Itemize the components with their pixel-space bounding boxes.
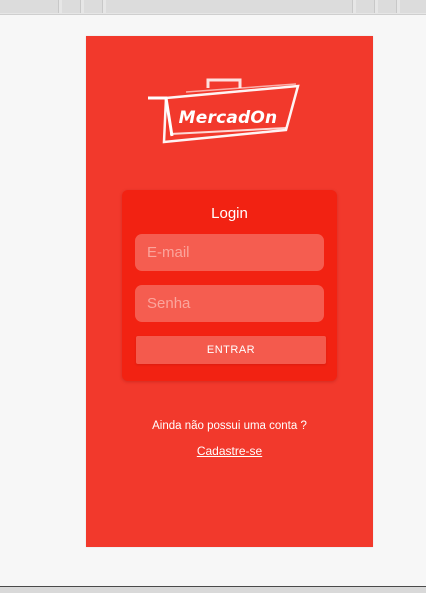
- login-button[interactable]: ENTRAR: [136, 336, 326, 364]
- password-field[interactable]: [135, 285, 324, 322]
- mercadon-logo: MercadOn: [146, 76, 306, 150]
- toolbar-segment: [378, 0, 397, 13]
- login-card: Login ENTRAR: [122, 190, 337, 381]
- toolbar-segment: [106, 0, 353, 13]
- toolbar-segment: [400, 0, 426, 13]
- app-screen: MercadOn Login ENTRAR Ainda não possui u…: [86, 36, 373, 547]
- signup-question: Ainda não possui uma conta ?: [152, 420, 307, 432]
- browser-toolbar: [0, 0, 426, 15]
- toolbar-segment: [356, 0, 375, 13]
- toolbar-segment: [62, 0, 81, 13]
- signup-link[interactable]: Cadastre-se: [86, 444, 373, 458]
- brand-name: MercadOn: [178, 108, 278, 128]
- email-field[interactable]: [135, 234, 324, 271]
- toolbar-segment: [84, 0, 103, 13]
- toolbar-segment: [0, 0, 59, 13]
- login-title: Login: [211, 205, 248, 222]
